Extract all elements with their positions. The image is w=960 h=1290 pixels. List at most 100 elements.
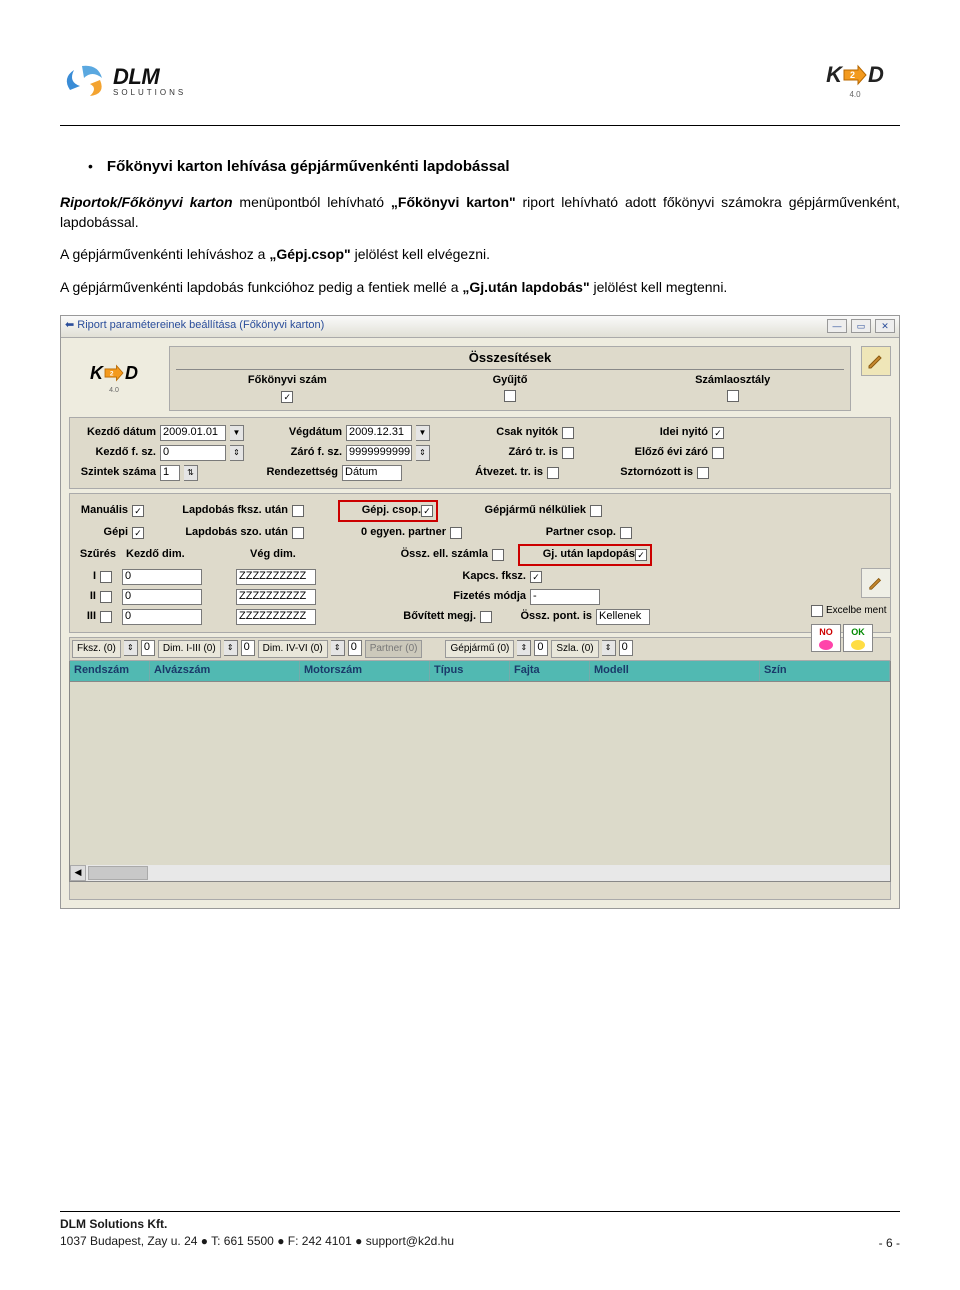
edit-button[interactable]	[861, 346, 891, 376]
paragraph-1: Riportok/Főkönyvi karton menüpontból leh…	[60, 192, 900, 233]
stepper-icon[interactable]: ⇕	[124, 640, 138, 656]
dim1-lo-input[interactable]: 0	[122, 569, 202, 585]
fokonyv-checkbox[interactable]	[281, 391, 293, 403]
kezdo-datum-input[interactable]: 2009.01.01	[160, 425, 226, 441]
kezdo-fsz-input[interactable]: 0	[160, 445, 226, 461]
col-szamlaosztaly: Számlaosztály	[621, 373, 844, 389]
header-separator	[60, 125, 900, 126]
summaries-title: Összesítések	[176, 349, 844, 370]
no-button[interactable]: NO	[811, 624, 841, 652]
stepper-icon[interactable]: ⇕	[416, 445, 430, 461]
dropdown-icon[interactable]: ▼	[416, 425, 430, 441]
kellenek-input[interactable]: Kellenek	[596, 609, 650, 625]
gepjarmu-nelkuliek-checkbox[interactable]	[590, 505, 602, 517]
scroll-thumb[interactable]	[88, 866, 148, 880]
window-title: Riport paramétereinek beállítása (Főköny…	[77, 319, 324, 331]
manualis-checkbox[interactable]	[132, 505, 144, 517]
paragraph-2: A gépjárművenkénti lehíváshoz a „Gépj.cs…	[60, 244, 900, 264]
logo-subtitle: SOLUTIONS	[113, 88, 186, 97]
logo-text: DLM	[113, 64, 186, 90]
params-panel-2: Manuális Lapdobás fksz. után Gépj. csop.…	[69, 493, 891, 633]
stepper-icon[interactable]: ⇕	[517, 640, 531, 656]
section-heading: Főkönyvi karton lehívása gépjárművenként…	[107, 156, 510, 178]
col-modell[interactable]: Modell	[590, 661, 760, 681]
footer-contact: 1037 Budapest, Zay u. 24 ● T: 661 5500 ●…	[60, 1233, 454, 1250]
lapdobas-szo-checkbox[interactable]	[292, 527, 304, 539]
gyujto-checkbox[interactable]	[504, 390, 516, 402]
window-titlebar: ⬅ Riport paramétereinek beállítása (Főkö…	[61, 316, 899, 338]
kapcs-checkbox[interactable]	[530, 571, 542, 583]
product-logo: K 2 D 4.0	[810, 55, 900, 105]
dim3-lo-input[interactable]: 0	[122, 609, 202, 625]
col-rendszam[interactable]: Rendszám	[70, 661, 150, 681]
page-header: DLM SOLUTIONS K 2 D 4.0	[60, 55, 900, 105]
col-alvazszam[interactable]: Alvázszám	[150, 661, 300, 681]
bovitett-checkbox[interactable]	[480, 611, 492, 623]
tab-dim1[interactable]: Dim. I-III (0)	[158, 640, 221, 659]
app-logo: K2D 4.0	[69, 346, 159, 411]
sztornozott-checkbox[interactable]	[697, 467, 709, 479]
col-tipus[interactable]: Típus	[430, 661, 510, 681]
atvezet-checkbox[interactable]	[547, 467, 559, 479]
spinner-icon[interactable]: ⇅	[184, 465, 198, 481]
summaries-panel: Összesítések Főkönyvi szám Gyűjtő Számla…	[169, 346, 851, 411]
elozo-evi-checkbox[interactable]	[712, 447, 724, 459]
idei-nyito-checkbox[interactable]	[712, 427, 724, 439]
stepper-icon[interactable]: ⇕	[224, 640, 238, 656]
tab-szla[interactable]: Szla. (0)	[551, 640, 598, 659]
maximize-button[interactable]: ▭	[851, 319, 871, 333]
bullet-icon: •	[88, 156, 93, 176]
filter-tabs: Fksz. (0)⇕0 Dim. I-III (0)⇕0 Dim. IV-VI …	[69, 637, 891, 662]
egyen-partner-checkbox[interactable]	[450, 527, 462, 539]
minimize-button[interactable]: —	[827, 319, 847, 333]
rendezettseg-input[interactable]: Dátum	[342, 465, 402, 481]
stepper-icon[interactable]: ⇕	[602, 640, 616, 656]
gj-utan-checkbox[interactable]	[635, 549, 647, 561]
horizontal-scrollbar[interactable]: ◀	[70, 865, 890, 881]
stepper-icon[interactable]: ⇕	[230, 445, 244, 461]
tab-dim4[interactable]: Dim. IV-VI (0)	[258, 640, 328, 659]
zaro-fsz-input[interactable]: 9999999999	[346, 445, 412, 461]
dim2-hi-input[interactable]: ZZZZZZZZZZ	[236, 589, 316, 605]
gepi-checkbox[interactable]	[132, 527, 144, 539]
tab-fksz[interactable]: Fksz. (0)	[72, 640, 121, 659]
paragraph-3: A gépjárművenkénti lapdobás funkcióhoz p…	[60, 277, 900, 297]
excel-export[interactable]: Excelbe ment	[811, 604, 891, 619]
zaro-tr-checkbox[interactable]	[562, 447, 574, 459]
company-logo: DLM SOLUTIONS	[60, 60, 186, 100]
stepper-icon[interactable]: ⇕	[331, 640, 345, 656]
ossz-ell-checkbox[interactable]	[492, 549, 504, 561]
arrow-icon: 2	[842, 64, 868, 86]
status-bar	[69, 882, 891, 900]
dim2-checkbox[interactable]	[100, 591, 112, 603]
svg-text:2: 2	[850, 70, 855, 80]
page-number: - 6 -	[879, 1236, 900, 1250]
lapdobas-fksz-checkbox[interactable]	[292, 505, 304, 517]
szintek-input[interactable]: 1	[160, 465, 180, 481]
tab-gepjarmu[interactable]: Gépjármű (0)	[445, 640, 514, 659]
dim1-checkbox[interactable]	[100, 571, 112, 583]
ok-button[interactable]: OK	[843, 624, 873, 652]
col-fokonyv: Főkönyvi szám	[176, 373, 399, 389]
tab-partner: Partner (0)	[365, 640, 423, 659]
csak-nyitok-checkbox[interactable]	[562, 427, 574, 439]
col-gyujto: Gyűjtő	[399, 373, 622, 389]
fizetes-input[interactable]: -	[530, 589, 600, 605]
document-content: • Főkönyvi karton lehívása gépjárművenké…	[60, 156, 900, 909]
szamlaosztaly-checkbox[interactable]	[727, 390, 739, 402]
dim1-hi-input[interactable]: ZZZZZZZZZZ	[236, 569, 316, 585]
close-button[interactable]: ✕	[875, 319, 895, 333]
vegdatum-input[interactable]: 2009.12.31	[346, 425, 412, 441]
dim2-lo-input[interactable]: 0	[122, 589, 202, 605]
dim3-checkbox[interactable]	[100, 611, 112, 623]
dim3-hi-input[interactable]: ZZZZZZZZZZ	[236, 609, 316, 625]
dropdown-icon[interactable]: ▼	[230, 425, 244, 441]
scroll-left-icon[interactable]: ◀	[70, 865, 86, 881]
col-fajta[interactable]: Fajta	[510, 661, 590, 681]
gepj-csop-checkbox[interactable]	[421, 505, 433, 517]
col-szin[interactable]: Szín	[760, 661, 890, 681]
col-motorszam[interactable]: Motorszám	[300, 661, 430, 681]
partner-csop-checkbox[interactable]	[620, 527, 632, 539]
excel-checkbox[interactable]	[811, 605, 823, 617]
pencil-button[interactable]	[861, 568, 891, 598]
